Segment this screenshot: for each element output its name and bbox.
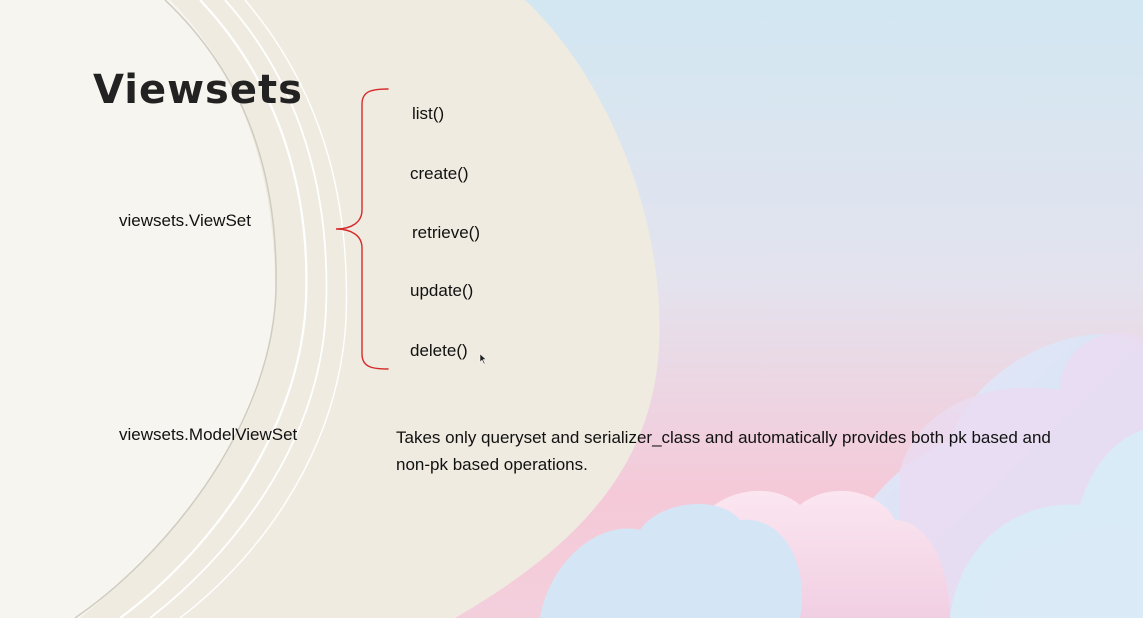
method-retrieve: retrieve() [412, 223, 481, 242]
modelviewset-description: Takes only queryset and serializer_class… [396, 428, 1051, 475]
method-create: create() [410, 164, 469, 183]
curly-brace-icon [335, 88, 389, 370]
slide: Viewsets viewsets.ViewSet list() create(… [0, 0, 1143, 618]
method-update: update() [410, 281, 474, 300]
method-list: list() [412, 104, 445, 123]
modelviewset-label: viewsets.ModelViewSet [119, 425, 298, 444]
viewset-label: viewsets.ViewSet [119, 211, 251, 230]
slide-title: Viewsets [93, 67, 303, 113]
mouse-cursor-icon [479, 353, 487, 365]
method-delete: delete() [410, 341, 468, 360]
